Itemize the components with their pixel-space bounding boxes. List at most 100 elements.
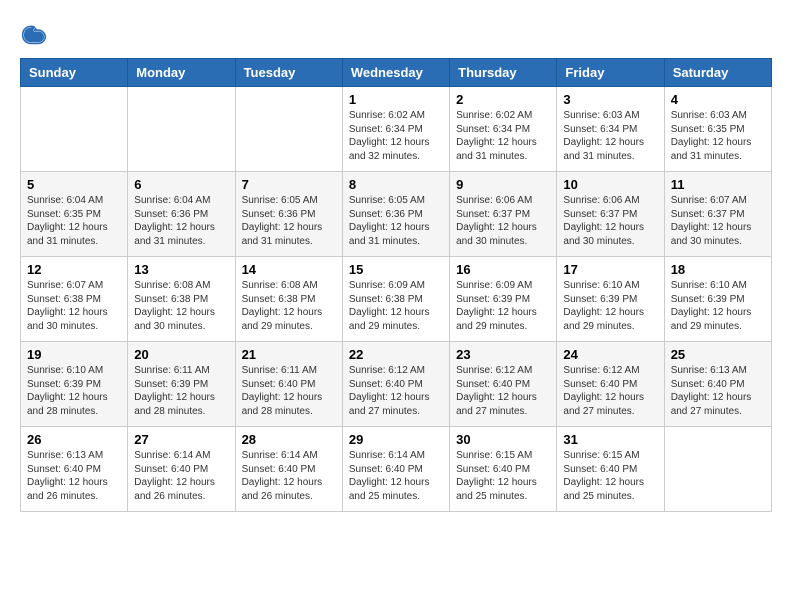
calendar-day: 27Sunrise: 6:14 AM Sunset: 6:40 PM Dayli… xyxy=(128,427,235,512)
calendar-day: 7 Sunrise: 6:05 AM Sunset: 6:36 PM Daylig… xyxy=(235,172,342,257)
day-number: 24 xyxy=(563,347,657,362)
calendar-day: 11 Sunrise: 6:07 AM Sunset: 6:37 PM Dayli… xyxy=(664,172,771,257)
calendar-week-4: 19 Sunrise: 6:10 AM Sunset: 6:39 PM Dayli… xyxy=(21,342,772,427)
calendar-day: 24 Sunrise: 6:12 AM Sunset: 6:40 PM Dayli… xyxy=(557,342,664,427)
day-info: Sunrise: 6:07 AM Sunset: 6:37 PM Dayligh… xyxy=(671,194,765,248)
day-number: 19 xyxy=(27,347,121,362)
day-number: 1 xyxy=(349,92,443,107)
day-number: 5 xyxy=(27,177,121,192)
day-info: Sunrise: 6:15 AM Sunset: 6:40 PM Dayligh… xyxy=(563,449,657,503)
calendar-day: 2Sunrise: 6:02 AM Sunset: 6:34 PM Daylig… xyxy=(450,87,557,172)
weekday-header-thursday: Thursday xyxy=(450,59,557,87)
weekday-header-friday: Friday xyxy=(557,59,664,87)
day-number: 17 xyxy=(563,262,657,277)
calendar-day: 21Sunrise: 6:11 AM Sunset: 6:40 PM Dayli… xyxy=(235,342,342,427)
calendar-day: 9 Sunrise: 6:06 AM Sunset: 6:37 PM Daylig… xyxy=(450,172,557,257)
day-info: Sunrise: 6:09 AM Sunset: 6:38 PM Dayligh… xyxy=(349,279,443,333)
day-info: Sunrise: 6:14 AM Sunset: 6:40 PM Dayligh… xyxy=(242,449,336,503)
day-info: Sunrise: 6:13 AM Sunset: 6:40 PM Dayligh… xyxy=(671,364,765,418)
day-info: Sunrise: 6:10 AM Sunset: 6:39 PM Dayligh… xyxy=(671,279,765,333)
calendar-day: 20 Sunrise: 6:11 AM Sunset: 6:39 PM Dayli… xyxy=(128,342,235,427)
day-info: Sunrise: 6:02 AM Sunset: 6:34 PM Dayligh… xyxy=(349,109,443,163)
calendar-week-1: 1 Sunrise: 6:02 AM Sunset: 6:34 PM Daylig… xyxy=(21,87,772,172)
day-info: Sunrise: 6:05 AM Sunset: 6:36 PM Dayligh… xyxy=(242,194,336,248)
calendar-week-5: 26 Sunrise: 6:13 AM Sunset: 6:40 PM Dayli… xyxy=(21,427,772,512)
day-info: Sunrise: 6:12 AM Sunset: 6:40 PM Dayligh… xyxy=(349,364,443,418)
day-info: Sunrise: 6:12 AM Sunset: 6:40 PM Dayligh… xyxy=(563,364,657,418)
weekday-header-tuesday: Tuesday xyxy=(235,59,342,87)
day-info: Sunrise: 6:06 AM Sunset: 6:37 PM Dayligh… xyxy=(456,194,550,248)
day-number: 25 xyxy=(671,347,765,362)
day-info: Sunrise: 6:11 AM Sunset: 6:39 PM Dayligh… xyxy=(134,364,228,418)
day-info: Sunrise: 6:13 AM Sunset: 6:40 PM Dayligh… xyxy=(27,449,121,503)
day-number: 28 xyxy=(242,432,336,447)
calendar-day: 29 Sunrise: 6:14 AM Sunset: 6:40 PM Dayli… xyxy=(342,427,449,512)
day-number: 3 xyxy=(563,92,657,107)
day-number: 7 xyxy=(242,177,336,192)
calendar-day: 14Sunrise: 6:08 AM Sunset: 6:38 PM Dayli… xyxy=(235,257,342,342)
calendar-day: 8Sunrise: 6:05 AM Sunset: 6:36 PM Daylig… xyxy=(342,172,449,257)
day-info: Sunrise: 6:08 AM Sunset: 6:38 PM Dayligh… xyxy=(134,279,228,333)
day-info: Sunrise: 6:03 AM Sunset: 6:34 PM Dayligh… xyxy=(563,109,657,163)
day-number: 27 xyxy=(134,432,228,447)
calendar-day: 10 Sunrise: 6:06 AM Sunset: 6:37 PM Dayli… xyxy=(557,172,664,257)
calendar-day xyxy=(664,427,771,512)
day-info: Sunrise: 6:04 AM Sunset: 6:36 PM Dayligh… xyxy=(134,194,228,248)
calendar-week-2: 5Sunrise: 6:04 AM Sunset: 6:35 PM Daylig… xyxy=(21,172,772,257)
calendar-day: 15 Sunrise: 6:09 AM Sunset: 6:38 PM Dayli… xyxy=(342,257,449,342)
weekday-header-wednesday: Wednesday xyxy=(342,59,449,87)
day-info: Sunrise: 6:06 AM Sunset: 6:37 PM Dayligh… xyxy=(563,194,657,248)
day-number: 6 xyxy=(134,177,228,192)
day-number: 11 xyxy=(671,177,765,192)
day-info: Sunrise: 6:12 AM Sunset: 6:40 PM Dayligh… xyxy=(456,364,550,418)
calendar-week-3: 12 Sunrise: 6:07 AM Sunset: 6:38 PM Dayli… xyxy=(21,257,772,342)
day-number: 26 xyxy=(27,432,121,447)
day-info: Sunrise: 6:14 AM Sunset: 6:40 PM Dayligh… xyxy=(349,449,443,503)
logo-icon xyxy=(20,20,48,48)
calendar-day: 23Sunrise: 6:12 AM Sunset: 6:40 PM Dayli… xyxy=(450,342,557,427)
day-number: 4 xyxy=(671,92,765,107)
calendar-day: 19 Sunrise: 6:10 AM Sunset: 6:39 PM Dayli… xyxy=(21,342,128,427)
calendar-day: 17 Sunrise: 6:10 AM Sunset: 6:39 PM Dayli… xyxy=(557,257,664,342)
calendar-day xyxy=(21,87,128,172)
calendar-day: 26 Sunrise: 6:13 AM Sunset: 6:40 PM Dayli… xyxy=(21,427,128,512)
weekday-header-sunday: Sunday xyxy=(21,59,128,87)
day-number: 10 xyxy=(563,177,657,192)
calendar: SundayMondayTuesdayWednesdayThursdayFrid… xyxy=(20,58,772,512)
day-number: 16 xyxy=(456,262,550,277)
calendar-day: 3 Sunrise: 6:03 AM Sunset: 6:34 PM Daylig… xyxy=(557,87,664,172)
calendar-day: 6 Sunrise: 6:04 AM Sunset: 6:36 PM Daylig… xyxy=(128,172,235,257)
calendar-day xyxy=(128,87,235,172)
calendar-day: 22Sunrise: 6:12 AM Sunset: 6:40 PM Dayli… xyxy=(342,342,449,427)
day-number: 21 xyxy=(242,347,336,362)
day-info: Sunrise: 6:15 AM Sunset: 6:40 PM Dayligh… xyxy=(456,449,550,503)
page-header xyxy=(20,20,772,48)
day-number: 8 xyxy=(349,177,443,192)
day-number: 15 xyxy=(349,262,443,277)
day-info: Sunrise: 6:09 AM Sunset: 6:39 PM Dayligh… xyxy=(456,279,550,333)
calendar-day: 31 Sunrise: 6:15 AM Sunset: 6:40 PM Dayli… xyxy=(557,427,664,512)
day-number: 31 xyxy=(563,432,657,447)
day-number: 13 xyxy=(134,262,228,277)
day-number: 12 xyxy=(27,262,121,277)
calendar-day: 13 Sunrise: 6:08 AM Sunset: 6:38 PM Dayli… xyxy=(128,257,235,342)
day-number: 20 xyxy=(134,347,228,362)
calendar-day xyxy=(235,87,342,172)
calendar-day: 25 Sunrise: 6:13 AM Sunset: 6:40 PM Dayli… xyxy=(664,342,771,427)
day-info: Sunrise: 6:10 AM Sunset: 6:39 PM Dayligh… xyxy=(563,279,657,333)
day-number: 2 xyxy=(456,92,550,107)
calendar-day: 18Sunrise: 6:10 AM Sunset: 6:39 PM Dayli… xyxy=(664,257,771,342)
calendar-day: 4 Sunrise: 6:03 AM Sunset: 6:35 PM Daylig… xyxy=(664,87,771,172)
calendar-day: 1 Sunrise: 6:02 AM Sunset: 6:34 PM Daylig… xyxy=(342,87,449,172)
calendar-day: 12 Sunrise: 6:07 AM Sunset: 6:38 PM Dayli… xyxy=(21,257,128,342)
day-info: Sunrise: 6:10 AM Sunset: 6:39 PM Dayligh… xyxy=(27,364,121,418)
calendar-day: 16 Sunrise: 6:09 AM Sunset: 6:39 PM Dayli… xyxy=(450,257,557,342)
logo xyxy=(20,20,52,48)
calendar-day: 30Sunrise: 6:15 AM Sunset: 6:40 PM Dayli… xyxy=(450,427,557,512)
weekday-header-saturday: Saturday xyxy=(664,59,771,87)
day-number: 29 xyxy=(349,432,443,447)
day-info: Sunrise: 6:07 AM Sunset: 6:38 PM Dayligh… xyxy=(27,279,121,333)
day-number: 9 xyxy=(456,177,550,192)
day-info: Sunrise: 6:03 AM Sunset: 6:35 PM Dayligh… xyxy=(671,109,765,163)
day-number: 14 xyxy=(242,262,336,277)
